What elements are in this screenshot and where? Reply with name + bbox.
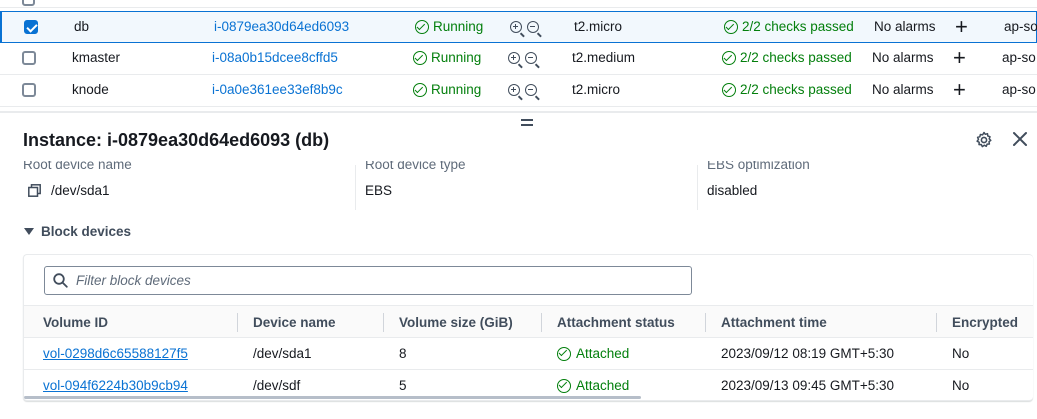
split-panel-divider [0, 111, 1037, 113]
status-checks-label: 2/2 checks passed [742, 19, 854, 34]
zoom-out-icon[interactable] [525, 84, 537, 96]
status-checks: 2/2 checks passed [722, 43, 852, 73]
drag-handle-icon[interactable] [521, 118, 534, 126]
status-checks-label: 2/2 checks passed [740, 82, 852, 97]
instance-state-label: Running [431, 82, 482, 97]
column-header-device-name[interactable]: Device name [253, 306, 336, 339]
root-device-type-label: Root device type [365, 161, 466, 172]
encrypted-value: No [952, 346, 970, 361]
instance-name: knode [72, 82, 109, 97]
instance-name: db [74, 19, 90, 34]
column-header-attachment-time[interactable]: Attachment time [721, 306, 827, 339]
root-device-type-value: EBS [365, 183, 393, 198]
success-check-icon [557, 346, 571, 361]
instance-id-link[interactable]: i-0879ea30d64ed6093 [214, 12, 349, 42]
zoom-in-icon[interactable] [510, 21, 522, 33]
alarm-status: No alarms [872, 82, 934, 97]
close-icon[interactable] [1012, 131, 1028, 147]
zoom-controls [508, 43, 540, 73]
device-name: /dev/sda1 [253, 346, 312, 361]
checkbox-icon[interactable] [22, 0, 35, 6]
filter-box [44, 266, 692, 295]
availability-zone: ap-so [1004, 19, 1037, 34]
zoom-in-icon[interactable] [508, 52, 520, 64]
zoom-in-icon[interactable] [508, 84, 520, 96]
table-row: vol-0298d6c65588127f5 /dev/sda1 8 Attach… [24, 338, 1033, 370]
zoom-out-icon[interactable] [525, 52, 537, 64]
attachment-status: Attached [557, 338, 629, 369]
instance-id-link[interactable]: i-0a0e361ee33ef8b9c [212, 75, 343, 105]
column-resizer[interactable] [705, 313, 706, 332]
volume-size: 8 [399, 346, 407, 361]
settings-gear-icon[interactable] [975, 131, 993, 149]
success-check-icon [722, 51, 736, 65]
block-devices-heading: Block devices [41, 224, 132, 239]
panel-title: Instance: i-0879ea30d64ed6093 (db) [23, 130, 330, 150]
availability-zone: ap-so [1002, 50, 1036, 65]
row-checkbox[interactable] [22, 83, 36, 97]
instance-type: t2.medium [572, 50, 636, 65]
column-resizer[interactable] [383, 313, 384, 332]
column-resizer[interactable] [541, 313, 542, 332]
attachment-time: 2023/09/12 08:19 GMT+5:30 [721, 346, 895, 361]
availability-zone: ap-so [1002, 82, 1036, 97]
encrypted-value: No [952, 378, 970, 393]
column-divider [355, 165, 356, 210]
previous-row-fragment [0, 0, 1037, 8]
column-header-encrypted[interactable]: Encrypted [952, 306, 1018, 339]
column-divider [697, 165, 698, 210]
instance-state-label: Running [433, 19, 484, 34]
instance-type: t2.micro [574, 19, 623, 34]
block-devices-table-container: Volume ID Device name Volume size (GiB) … [23, 254, 1033, 401]
instance-row[interactable]: db i-0879ea30d64ed6093 Running t2.micro … [0, 11, 1037, 43]
block-devices-toggle[interactable]: Block devices [24, 224, 131, 239]
instance-row[interactable]: kmaster i-08a0b15dcee8cffd5 Running t2.m… [0, 43, 1037, 75]
plus-icon[interactable]: + [955, 12, 968, 42]
success-check-icon [415, 20, 429, 34]
status-checks-label: 2/2 checks passed [740, 50, 852, 65]
ebs-optimization-label: EBS optimization [707, 161, 810, 172]
filter-block-devices-input[interactable] [76, 273, 666, 288]
success-check-icon [413, 51, 427, 65]
success-check-icon [413, 83, 427, 97]
status-checks: 2/2 checks passed [722, 75, 852, 105]
plus-icon[interactable]: + [953, 75, 966, 105]
attachment-time: 2023/09/13 09:45 GMT+5:30 [721, 378, 895, 393]
instance-state: Running [413, 43, 481, 73]
alarm-status: No alarms [874, 19, 936, 34]
column-resizer[interactable] [237, 313, 238, 332]
column-header-volume-size[interactable]: Volume size (GiB) [399, 306, 513, 339]
column-header-volume-id[interactable]: Volume ID [43, 306, 108, 339]
instance-id-link[interactable]: i-08a0b15dcee8cffd5 [212, 43, 338, 73]
root-device-name-label: Root device name [23, 161, 132, 172]
instance-row[interactable]: knode i-0a0e361ee33ef8b9c Running t2.mic… [0, 75, 1037, 107]
root-device-name-value: /dev/sda1 [51, 183, 110, 198]
column-header-attachment-status[interactable]: Attachment status [557, 306, 675, 339]
success-check-icon [722, 83, 736, 97]
zoom-controls [510, 12, 542, 42]
plus-icon[interactable]: + [953, 43, 966, 73]
caret-down-icon [24, 228, 34, 235]
instance-type: t2.micro [572, 82, 621, 97]
zoom-out-icon[interactable] [527, 21, 539, 33]
row-checkbox[interactable] [24, 20, 38, 34]
success-check-icon [557, 378, 571, 393]
copy-icon[interactable] [28, 184, 41, 197]
instance-state: Running [413, 75, 481, 105]
status-checks: 2/2 checks passed [724, 12, 854, 42]
success-check-icon [724, 20, 738, 34]
column-resizer[interactable] [936, 313, 937, 332]
instance-name: kmaster [72, 50, 121, 65]
volume-id-link[interactable]: vol-0298d6c65588127f5 [43, 338, 188, 369]
alarm-status: No alarms [872, 50, 934, 65]
instance-state: Running [415, 12, 483, 42]
table-header: Volume ID Device name Volume size (GiB) … [24, 305, 1033, 338]
search-icon [53, 273, 68, 288]
row-checkbox[interactable] [22, 51, 36, 65]
horizontal-scrollbar[interactable] [24, 396, 641, 399]
instance-state-label: Running [431, 50, 482, 65]
ebs-optimization-value: disabled [707, 183, 758, 198]
zoom-controls [508, 75, 540, 105]
attachment-status-label: Attached [576, 346, 630, 361]
